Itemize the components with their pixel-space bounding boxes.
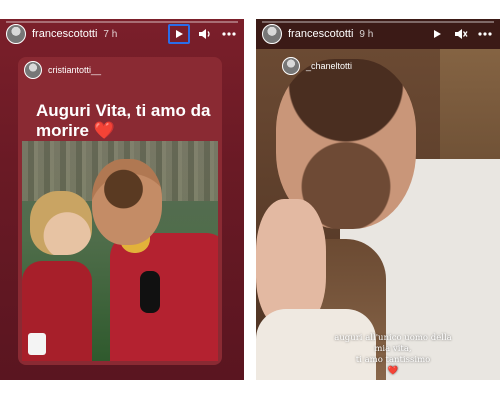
profile-avatar[interactable]: [6, 24, 26, 44]
mention-username[interactable]: _chaneltotti: [306, 61, 352, 71]
play-icon: [176, 30, 183, 38]
story-header: francescototti 9 h: [256, 19, 500, 49]
more-options-button[interactable]: [476, 25, 494, 43]
profile-avatar[interactable]: [262, 24, 282, 44]
overlay-line: auguri all'unico uomo della: [334, 333, 452, 343]
play-button[interactable]: [168, 24, 190, 44]
story-controls: [428, 25, 494, 43]
play-button[interactable]: [428, 25, 446, 43]
boy-head: [30, 191, 92, 255]
repost-username[interactable]: cristiantotti__: [48, 65, 101, 75]
story-header: francescototti 7 h: [0, 19, 244, 49]
league-badge: [28, 333, 46, 355]
player-head: [92, 159, 162, 245]
mute-button[interactable]: [452, 25, 470, 43]
story-timestamp: 9 h: [359, 28, 374, 40]
overlay-line: ti amo tantissimo: [355, 355, 431, 365]
player-jersey: [110, 233, 218, 361]
mute-icon: [455, 29, 468, 39]
story-controls: [168, 24, 238, 44]
overlay-line: mia vita,: [374, 344, 412, 354]
mention-avatar: [282, 57, 300, 75]
story-photo: [22, 141, 218, 361]
story-username[interactable]: francescototti: [288, 28, 353, 40]
mention-sticker[interactable]: _chaneltotti: [282, 57, 352, 75]
volume-button[interactable]: [196, 25, 214, 43]
play-icon: [434, 30, 441, 38]
microphone: [140, 271, 160, 313]
repost-avatar[interactable]: [24, 61, 42, 79]
repost-header: cristiantotti__: [24, 61, 101, 79]
story-panel-right[interactable]: francescototti 9 h _chaneltotti auguri a…: [256, 19, 500, 380]
reposted-story-card[interactable]: cristiantotti__ Auguri Vita, ti amo da m…: [18, 57, 222, 365]
volume-icon: [199, 29, 210, 39]
more-icon: [222, 32, 236, 36]
more-options-button[interactable]: [220, 25, 238, 43]
caption-text: Auguri Vita, ti amo da morire: [36, 101, 211, 140]
more-icon: [478, 32, 492, 36]
story-timestamp: 7 h: [103, 28, 118, 40]
story-photo: [256, 49, 500, 380]
story-caption: Auguri Vita, ti amo da morire ❤️: [36, 101, 212, 141]
story-panel-left[interactable]: francescototti 7 h cristiantotti__ Augur…: [0, 19, 244, 380]
story-overlay-text: auguri all'unico uomo della mia vita, ti…: [326, 333, 460, 377]
story-username[interactable]: francescototti: [32, 28, 97, 40]
heart-emoji: ❤️: [387, 366, 399, 376]
heart-emoji: ❤️: [93, 121, 115, 140]
